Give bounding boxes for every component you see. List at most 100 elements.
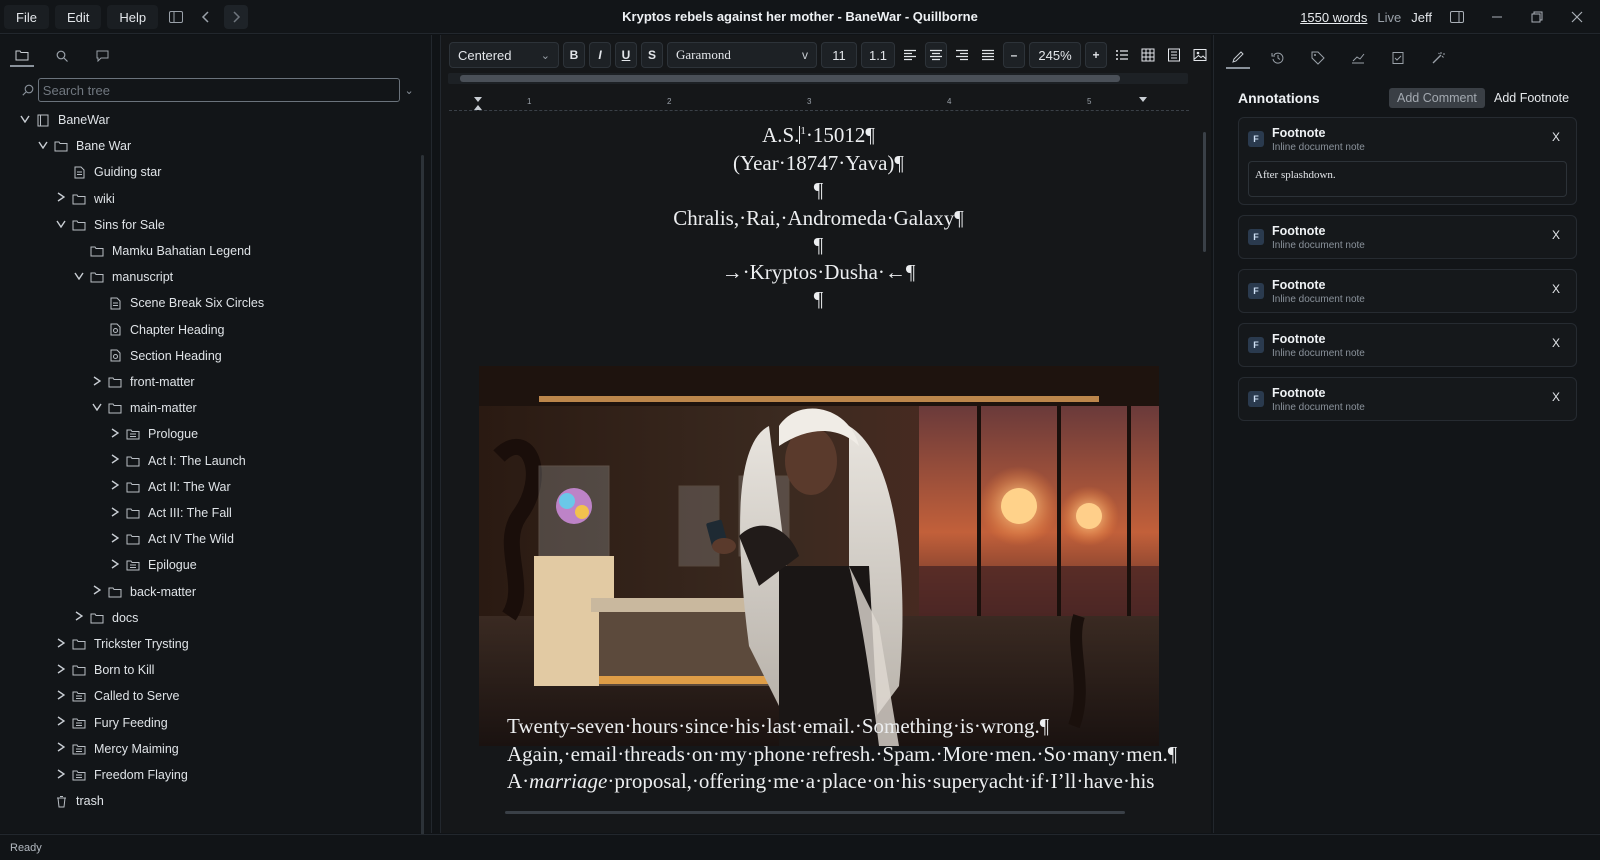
chevron-down-icon[interactable] [52, 219, 70, 231]
tree-item[interactable]: Fury Feeding [52, 710, 168, 736]
tree-item[interactable]: BaneWar [16, 107, 110, 133]
insert-image-icon[interactable] [1189, 42, 1211, 68]
search-tab-icon[interactable] [50, 45, 74, 67]
magic-wand-icon[interactable] [1426, 47, 1450, 69]
tree-item[interactable]: Act III: The Fall [106, 500, 232, 526]
chevron-down-icon[interactable] [88, 402, 106, 414]
footnote-card[interactable]: F Footnote Inline document note X After … [1238, 117, 1577, 205]
tree-item[interactable]: Called to Serve [52, 683, 179, 709]
page-break-icon[interactable] [1163, 42, 1185, 68]
paragraph-style-select[interactable]: Centered ⌄ [449, 42, 559, 68]
toolbar-scrollbar-thumb[interactable] [460, 75, 1120, 82]
chevron-right-icon[interactable] [52, 742, 70, 755]
chevron-down-icon[interactable] [34, 140, 52, 152]
close-window-icon[interactable] [1562, 5, 1592, 29]
chevron-right-icon[interactable] [106, 559, 124, 572]
chart-icon[interactable] [1346, 47, 1370, 69]
chevron-right-icon[interactable] [106, 480, 124, 493]
delete-footnote-button[interactable]: X [1547, 128, 1565, 146]
align-right-icon[interactable] [951, 42, 973, 68]
tree-item[interactable]: Act II: The War [106, 474, 231, 500]
chevron-down-icon[interactable] [16, 114, 34, 126]
editor-horizontal-scrollbar[interactable] [505, 811, 1125, 814]
toolbar-scrollbar[interactable] [448, 73, 1188, 84]
sidebar-scrollbar[interactable] [421, 155, 424, 835]
font-size-input[interactable]: 11 [821, 42, 857, 68]
bullet-list-icon[interactable] [1111, 42, 1133, 68]
tree-item[interactable]: Trickster Trysting [52, 631, 189, 657]
tree-item[interactable]: Act I: The Launch [106, 448, 246, 474]
chevron-right-icon[interactable] [52, 664, 70, 677]
chevron-right-icon[interactable] [88, 375, 106, 389]
bold-button[interactable]: B [563, 42, 585, 68]
tree-item[interactable]: Act IV The Wild [106, 526, 234, 552]
tree-item[interactable]: Bane War [34, 133, 131, 159]
zoom-out-button[interactable]: – [1003, 42, 1025, 68]
align-center-icon[interactable] [925, 42, 947, 68]
chevron-right-icon[interactable] [88, 585, 106, 598]
tree-item[interactable]: wiki [52, 186, 115, 212]
underline-button[interactable]: U [615, 42, 637, 68]
editor-vertical-scrollbar[interactable] [1203, 132, 1206, 252]
tree-item[interactable]: Scene Break Six Circles [88, 290, 264, 316]
zoom-in-button[interactable]: + [1085, 42, 1107, 68]
delete-footnote-button[interactable]: X [1547, 226, 1565, 244]
tree-item[interactable]: trash [34, 788, 104, 814]
footnote-card[interactable]: F Footnote Inline document note X [1238, 323, 1577, 367]
tree-item[interactable]: back-matter [88, 579, 196, 605]
delete-footnote-button[interactable]: X [1547, 334, 1565, 352]
tree-item[interactable]: Freedom Flaying [52, 762, 188, 788]
search-options-chevron-icon[interactable]: ⌄ [400, 84, 418, 97]
chevron-down-icon[interactable] [70, 271, 88, 283]
tree-item[interactable]: Mercy Maiming [52, 736, 179, 762]
tree-item[interactable]: Guiding star [52, 159, 161, 185]
document-illustration[interactable] [479, 366, 1159, 746]
tree-item[interactable]: Mamku Bahatian Legend [70, 238, 251, 264]
tree-item[interactable]: Chapter Heading [88, 317, 225, 343]
tree-item[interactable]: Prologue [106, 421, 198, 447]
strikethrough-button[interactable]: S [641, 42, 663, 68]
tree-item[interactable]: docs [70, 605, 138, 631]
align-justify-icon[interactable] [977, 42, 999, 68]
user-name[interactable]: Jeff [1411, 10, 1432, 25]
search-tree-input[interactable] [37, 78, 401, 102]
tree-item[interactable]: Epilogue [106, 552, 197, 578]
tag-icon[interactable] [1306, 47, 1330, 69]
note-icon[interactable] [1386, 47, 1410, 69]
table-icon[interactable] [1137, 42, 1159, 68]
font-family-select[interactable]: Garamond v [667, 42, 817, 68]
history-icon[interactable] [1266, 47, 1290, 69]
forward-arrow-icon[interactable] [224, 5, 249, 29]
footnote-text-field[interactable]: After splashdown. [1248, 161, 1567, 197]
footnote-card[interactable]: F Footnote Inline document note X [1238, 377, 1577, 421]
chevron-right-icon[interactable] [106, 506, 124, 520]
add-footnote-button[interactable]: Add Footnote [1486, 88, 1577, 108]
footnote-card[interactable]: F Footnote Inline document note X [1238, 215, 1577, 259]
delete-footnote-button[interactable]: X [1547, 388, 1565, 406]
menu-edit[interactable]: Edit [54, 5, 102, 29]
italic-button[interactable]: I [589, 42, 611, 68]
menu-file[interactable]: File [4, 5, 49, 29]
restore-icon[interactable] [1522, 5, 1552, 29]
chevron-right-icon[interactable] [52, 690, 70, 703]
comments-tab-icon[interactable] [90, 45, 114, 67]
chevron-right-icon[interactable] [52, 637, 70, 651]
toggle-panel-icon[interactable] [1442, 5, 1472, 29]
zoom-level[interactable]: 245% [1029, 42, 1081, 68]
chevron-right-icon[interactable] [106, 428, 124, 441]
tree-item[interactable]: Sins for Sale [52, 212, 165, 238]
line-height-input[interactable]: 1.1 [861, 42, 895, 68]
chevron-right-icon[interactable] [106, 454, 124, 467]
files-tab-icon[interactable] [10, 45, 34, 67]
annotate-pen-icon[interactable] [1226, 47, 1250, 69]
chevron-right-icon[interactable] [106, 533, 124, 546]
toggle-sidebar-icon[interactable] [164, 5, 188, 29]
tree-item[interactable]: manuscript [70, 264, 173, 290]
tree-item[interactable]: Section Heading [88, 343, 222, 369]
document-page[interactable]: A.S.1·15012¶ (Year·18747·Yava)¶ ¶ Chrali… [441, 115, 1196, 833]
minimize-icon[interactable] [1482, 5, 1512, 29]
live-mode-label[interactable]: Live [1377, 10, 1401, 25]
tree-item[interactable]: Born to Kill [52, 657, 154, 683]
tree-item[interactable]: front-matter [88, 369, 195, 395]
chevron-right-icon[interactable] [52, 768, 70, 782]
